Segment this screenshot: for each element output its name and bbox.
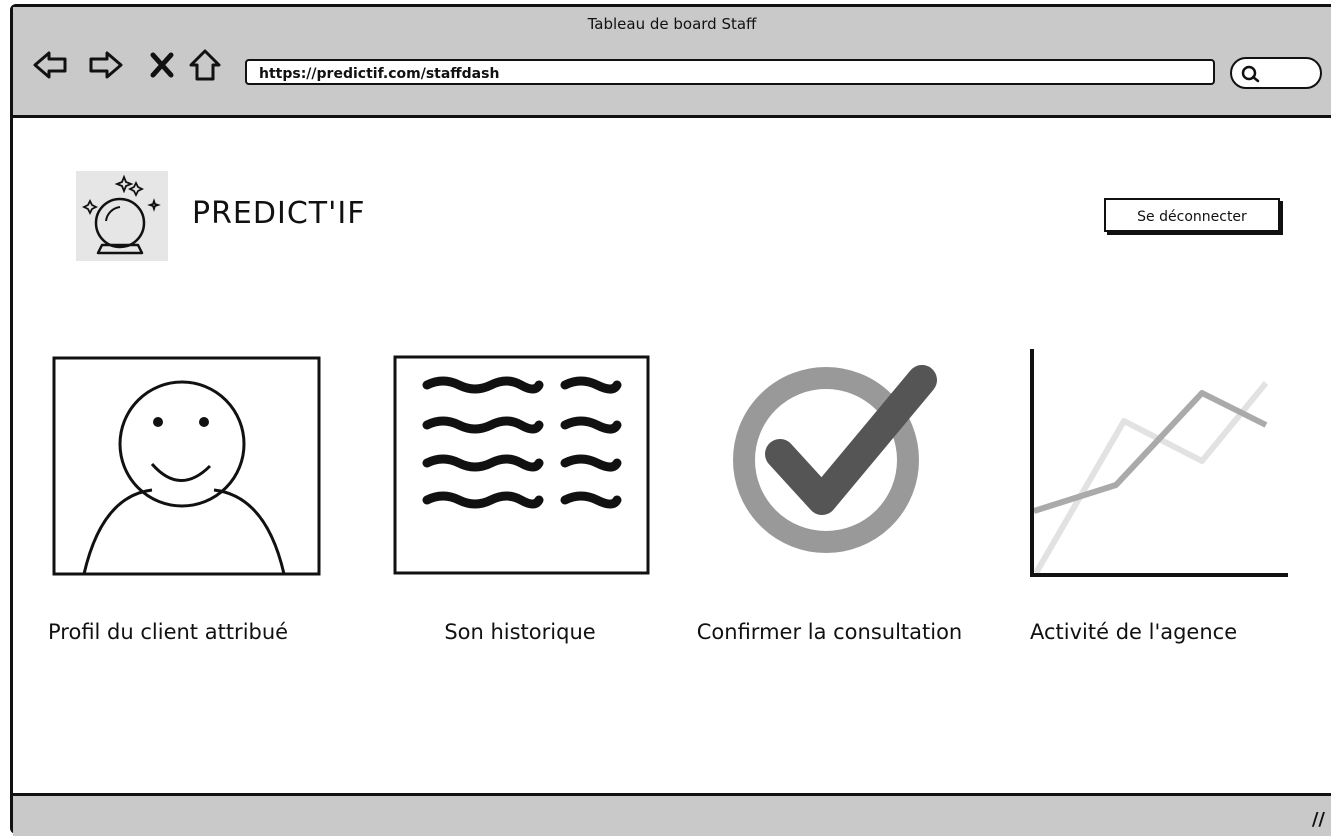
text-list-icon [393,355,650,575]
logout-button[interactable]: Se déconnecter [1104,198,1280,232]
user-profile-icon [52,356,321,576]
window-title: Tableau de board Staff [587,15,757,33]
client-profile-tile[interactable] [52,356,322,582]
search-button[interactable] [1230,57,1322,89]
crystal-ball-icon [81,174,161,255]
close-icon[interactable] [143,45,183,85]
back-arrow-icon[interactable] [31,45,71,85]
browser-toolbar: Tableau de board Staff https://predictif… [13,7,1331,118]
logo [76,171,168,261]
url-bar[interactable]: https://predictif.com/staffdash [245,59,1215,85]
confirm-consultation-tile[interactable] [714,354,946,558]
brand-name: PREDICT'IF [192,196,366,231]
status-bar: // [13,793,1331,836]
search-icon [1241,65,1260,83]
tile-label-confirm-consultation[interactable]: Confirmer la consultation [672,620,987,644]
home-icon[interactable] [185,45,225,85]
tile-label-history[interactable]: Son historique [420,620,620,644]
forward-arrow-icon[interactable] [85,45,125,85]
check-circle-icon [733,365,937,553]
agency-activity-tile[interactable] [1026,345,1292,585]
tile-label-agency-activity[interactable]: Activité de l'agence [1030,620,1290,644]
line-chart-icon [1030,349,1288,577]
history-tile[interactable] [393,355,651,581]
tile-label-client-profile[interactable]: Profil du client attribué [48,620,328,644]
